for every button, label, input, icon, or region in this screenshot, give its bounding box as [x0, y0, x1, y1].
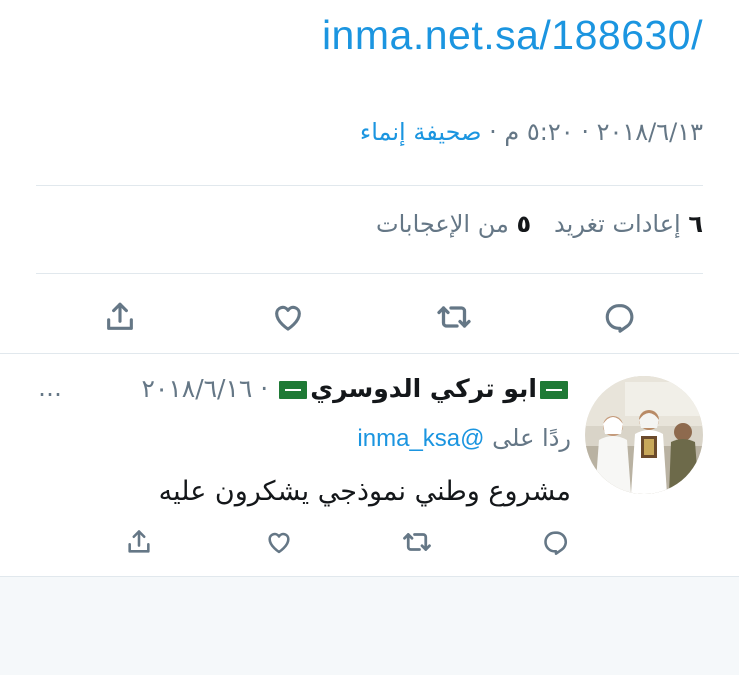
- like-button[interactable]: [268, 297, 308, 337]
- like-icon: [275, 305, 301, 331]
- meta-separator: ·: [260, 374, 269, 403]
- retweets-count: ٦: [688, 210, 703, 238]
- retweet-icon: [403, 533, 431, 551]
- reply-button[interactable]: [600, 297, 640, 337]
- share-icon: [128, 530, 150, 553]
- meta-separator: ·: [581, 118, 589, 146]
- avatar-image: [585, 376, 703, 494]
- tweet-time: ٥:٢٠ م: [504, 118, 574, 146]
- divider: [36, 273, 703, 274]
- replying-to-handle[interactable]: @inma_ksa: [357, 425, 484, 452]
- retweets-label: إعادات تغريد: [554, 210, 681, 238]
- like-button[interactable]: [261, 524, 297, 560]
- author-name[interactable]: ابو تركي الدوسري: [310, 374, 537, 403]
- tweet-stats: ٦ إعادات تغريد ٥ من الإعجابات: [376, 210, 703, 238]
- like-icon: [268, 532, 290, 554]
- avatar[interactable]: [585, 376, 703, 494]
- meta-separator: ·: [489, 118, 497, 146]
- likes-label: من الإعجابات: [376, 210, 509, 238]
- share-icon: [107, 302, 133, 330]
- replying-to-label: ردًا على: [492, 424, 571, 452]
- reply-text: مشروع وطني نموذجي يشكرون عليه: [158, 476, 571, 507]
- divider: [36, 185, 703, 186]
- tweet-source-link[interactable]: صحيفة إنماء: [360, 118, 482, 146]
- reply-actions: [0, 524, 739, 564]
- reply-date[interactable]: ٢٠١٨/٦/١٦: [142, 374, 253, 403]
- tweet-meta: ٢٠١٨/٦/١٣ · ٥:٢٠ م · صحيفة إنماء: [360, 118, 703, 146]
- tweet-link[interactable]: inma.net.sa/188630/: [322, 12, 703, 59]
- reply-button[interactable]: [538, 524, 574, 560]
- empty-area: [0, 577, 739, 675]
- tweet-date: ٢٠١٨/٦/١٣: [596, 118, 703, 146]
- reply-icon: [544, 531, 567, 555]
- likes-count: ٥: [516, 210, 532, 238]
- reply-icon: [605, 304, 634, 333]
- flag-icon: [540, 381, 568, 399]
- share-button[interactable]: [100, 297, 140, 337]
- more-options-button[interactable]: …: [38, 374, 64, 402]
- flag-icon: [279, 381, 308, 399]
- replying-to: ردًا على @inma_ksa: [357, 424, 571, 453]
- retweet-button[interactable]: [434, 297, 474, 337]
- retweet-button[interactable]: [399, 524, 435, 560]
- retweets-stat[interactable]: ٦ إعادات تغريد: [546, 210, 703, 238]
- share-button[interactable]: [121, 524, 157, 560]
- tweet-actions: [0, 297, 739, 337]
- likes-stat[interactable]: ٥ من الإعجابات: [376, 210, 531, 238]
- retweet-icon: [437, 306, 471, 328]
- reply-header: ابو تركي الدوسري · ٢٠١٨/٦/١٦: [142, 374, 572, 403]
- reply-tweet[interactable]: ابو تركي الدوسري · ٢٠١٨/٦/١٦ … ردًا على …: [0, 354, 739, 576]
